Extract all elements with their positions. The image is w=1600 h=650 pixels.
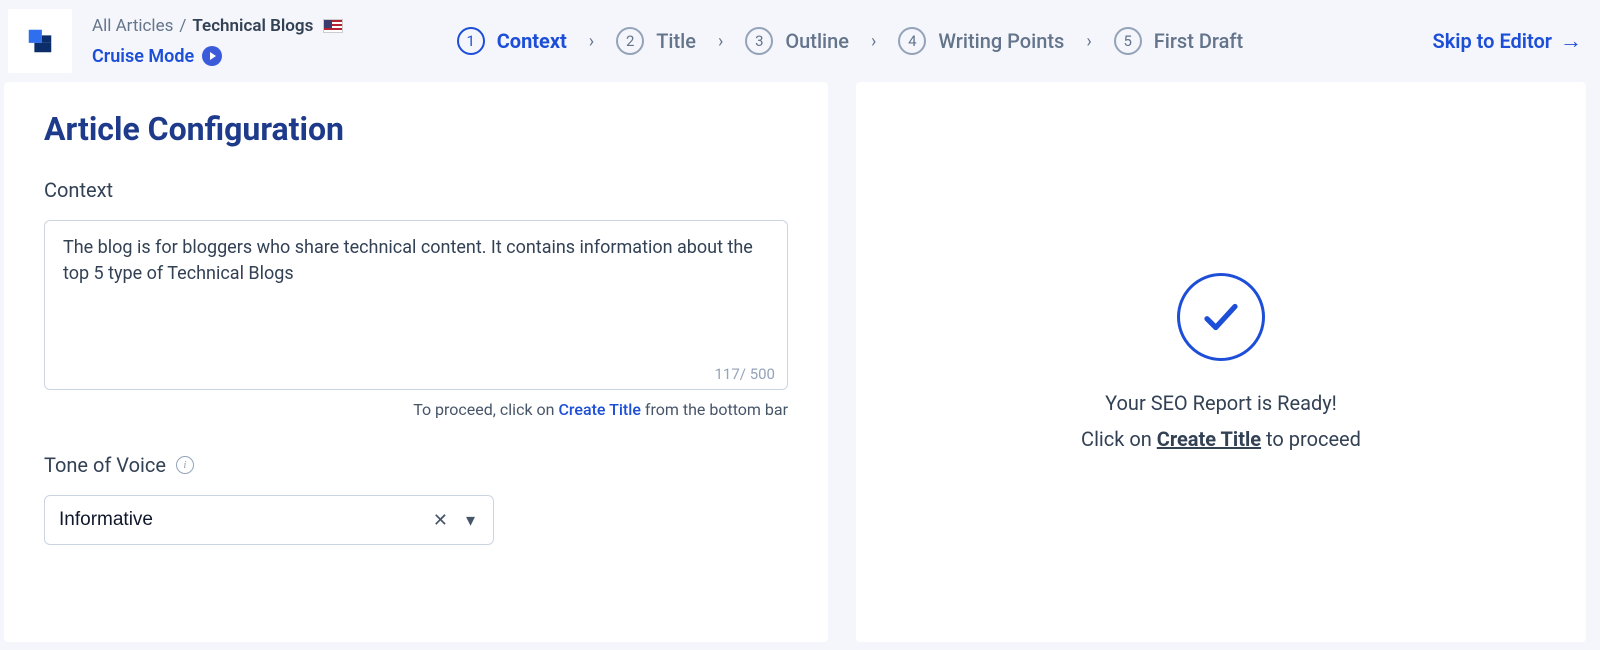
hint-suffix: from the bottom bar [641,400,788,419]
step-number: 4 [898,27,926,55]
skip-to-editor-button[interactable]: Skip to Editor → [1433,28,1582,54]
step-number: 2 [616,27,644,55]
clear-icon[interactable]: ✕ [429,510,452,531]
step-outline[interactable]: 3 Outline [745,27,849,55]
seo-panel: Your SEO Report is Ready! Click on Creat… [856,82,1586,642]
step-label: Writing Points [938,29,1064,53]
tone-input[interactable] [59,509,419,531]
char-count: 117/ 500 [715,365,776,383]
step-label: Context [497,29,567,53]
proceed-suffix: to proceed [1261,427,1361,451]
context-hint: To proceed, click on Create Title from t… [44,400,788,419]
step-label: First Draft [1154,29,1243,53]
create-title-link[interactable]: Create Title [558,400,640,419]
chevron-right-icon: › [871,31,876,52]
chevron-down-icon[interactable]: ▾ [462,510,479,531]
flag-us-icon [323,19,343,33]
proceed-prefix: Click on [1081,427,1157,451]
info-icon[interactable]: i [176,456,194,474]
logo-icon [25,26,55,56]
chevron-right-icon: › [589,31,594,52]
skip-label: Skip to Editor [1433,29,1552,53]
arrow-right-icon: → [1560,28,1582,54]
create-title-action[interactable]: Create Title [1157,427,1261,451]
chevron-right-icon: › [1086,31,1091,52]
seo-ready-text: Your SEO Report is Ready! [1081,391,1361,415]
context-textarea-wrap: 117/ 500 [44,220,788,390]
context-textarea[interactable] [45,221,787,389]
wizard-steps: 1 Context › 2 Title › 3 Outline › 4 Writing Points… [457,27,1243,55]
seo-proceed-text: Click on Create Title to proceed [1081,427,1361,451]
step-context[interactable]: 1 Context [457,27,567,55]
context-label: Context [44,178,788,202]
tone-select[interactable]: ✕ ▾ [44,495,494,545]
step-number: 1 [457,27,485,55]
cruise-mode-label: Cruise Mode [92,46,194,67]
breadcrumb-separator: / [179,16,186,36]
check-circle-icon [1177,273,1265,361]
play-icon [202,46,222,66]
chevron-right-icon: › [718,31,723,52]
hint-prefix: To proceed, click on [413,400,558,419]
step-label: Outline [785,29,849,53]
cruise-mode-toggle[interactable]: Cruise Mode [92,46,352,67]
breadcrumb: All Articles / Technical Blogs [92,16,352,36]
step-title[interactable]: 2 Title [616,27,696,55]
breadcrumb-current[interactable]: Technical Blogs [192,16,313,36]
config-panel: Article Configuration Context 117/ 500 T… [4,82,828,642]
breadcrumb-root[interactable]: All Articles [92,16,173,36]
tone-label-row: Tone of Voice i [44,453,788,477]
step-writing-points[interactable]: 4 Writing Points [898,27,1064,55]
tone-label: Tone of Voice [44,453,166,477]
step-number: 3 [745,27,773,55]
step-label: Title [656,29,696,53]
app-logo[interactable] [8,9,72,73]
page-title: Article Configuration [44,110,788,148]
step-first-draft[interactable]: 5 First Draft [1114,27,1243,55]
step-number: 5 [1114,27,1142,55]
